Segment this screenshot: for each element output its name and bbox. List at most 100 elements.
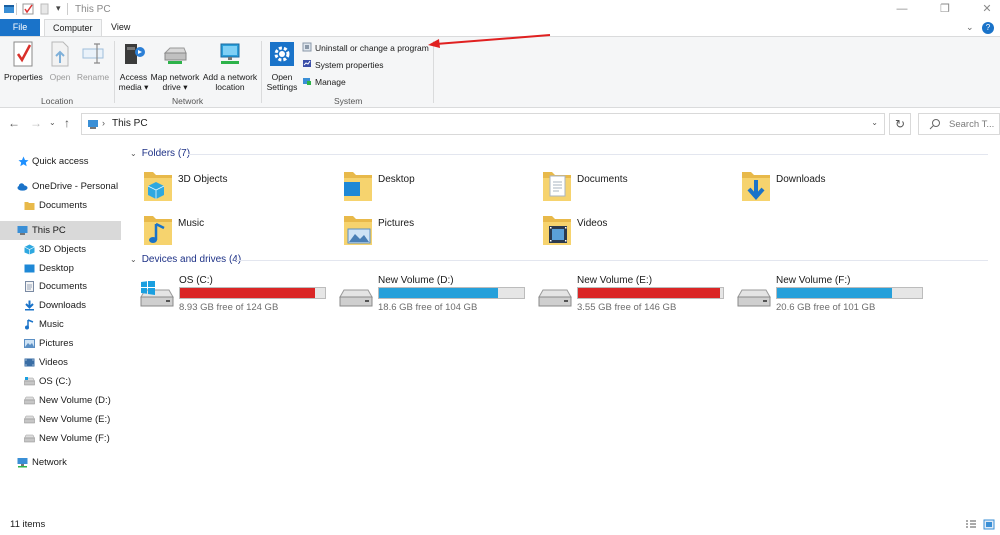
details-view-icon[interactable] xyxy=(965,519,977,530)
drive-icon xyxy=(24,434,35,443)
system-properties-icon xyxy=(303,60,311,67)
folder-downloads[interactable]: Downloads xyxy=(740,168,930,208)
sidebar-label: Desktop xyxy=(39,263,74,274)
sidebar-item-network[interactable]: Network xyxy=(0,453,121,472)
open-button[interactable]: Open xyxy=(45,39,75,82)
manage-label: Manage xyxy=(315,77,346,87)
drive-icon xyxy=(339,289,373,307)
properties-button[interactable]: Properties xyxy=(4,39,43,82)
sidebar-item-music[interactable]: Music xyxy=(0,315,121,334)
sidebar-item-this-pc[interactable]: This PC xyxy=(0,221,121,240)
folder-videos[interactable]: Videos xyxy=(541,212,731,252)
documents-icon xyxy=(25,281,34,292)
group-divider xyxy=(433,41,434,103)
sidebar-item-documents[interactable]: Documents xyxy=(0,277,121,296)
tab-computer[interactable]: Computer xyxy=(44,19,102,36)
add-network-label-line1: Add a network xyxy=(202,72,258,82)
sidebar-label: 3D Objects xyxy=(39,244,86,255)
sidebar-label: Documents xyxy=(39,200,88,211)
customize-quick-access-icon[interactable]: ▾ xyxy=(56,3,61,15)
sidebar-item-videos[interactable]: Videos xyxy=(0,353,121,372)
rename-icon xyxy=(82,43,104,64)
sidebar-label: Documents xyxy=(39,281,88,292)
folder-label: Videos xyxy=(577,218,608,229)
tab-view[interactable]: View xyxy=(103,19,138,36)
folder-3d-objects[interactable]: 3D Objects xyxy=(142,168,332,208)
search-input[interactable]: Search T... xyxy=(918,113,1000,135)
search-placeholder: Search T... xyxy=(949,119,995,130)
close-icon[interactable]: ✕ xyxy=(980,2,994,16)
up-arrow-icon[interactable]: ↑ xyxy=(64,116,70,130)
chevron-down-icon[interactable]: ⌄ xyxy=(966,22,974,33)
sidebar-item-volume-f[interactable]: New Volume (F:) xyxy=(0,429,121,448)
manage-command[interactable]: Manage xyxy=(302,76,346,89)
restore-icon[interactable]: ❐ xyxy=(938,2,952,16)
refresh-icon[interactable]: ↻ xyxy=(889,113,911,135)
location-group-label: Location xyxy=(41,96,74,106)
forward-arrow-icon[interactable]: → xyxy=(30,116,42,130)
drive-name: New Volume (E:) xyxy=(577,275,653,286)
map-network-drive-button[interactable]: Map network drive ▾ xyxy=(150,39,200,92)
explorer-icon[interactable] xyxy=(3,3,15,15)
uninstall-program-command[interactable]: Uninstall or change a program xyxy=(302,42,429,55)
folders-section-header[interactable]: ⌄ Folders (7) xyxy=(130,148,190,159)
drive-volume-f[interactable]: New Volume (F:) 20.6 GB free of 101 GB xyxy=(737,275,937,315)
tab-file[interactable]: File xyxy=(0,19,40,36)
sidebar-item-pictures[interactable]: Pictures xyxy=(0,334,121,353)
cloud-icon xyxy=(17,183,28,191)
access-media-button[interactable]: Access media ▾ xyxy=(117,39,150,92)
breadcrumb-this-pc[interactable]: This PC xyxy=(112,118,148,129)
back-arrow-icon[interactable]: ← xyxy=(8,116,20,130)
sidebar-label: This PC xyxy=(32,225,66,236)
sidebar-item-volume-e[interactable]: New Volume (E:) xyxy=(0,410,121,429)
folder-label: Documents xyxy=(577,174,628,185)
folder-music[interactable]: Music xyxy=(142,212,332,252)
drive-os-c[interactable]: OS (C:) 8.93 GB free of 124 GB xyxy=(140,275,340,315)
star-icon xyxy=(18,156,29,167)
windows-drive-icon xyxy=(140,281,174,307)
sidebar-item-volume-d[interactable]: New Volume (D:) xyxy=(0,391,121,410)
folder-icon xyxy=(24,202,35,210)
drive-usage-bar xyxy=(776,287,923,299)
sidebar-item-quick-access[interactable]: Quick access xyxy=(0,152,121,171)
system-properties-command[interactable]: System properties xyxy=(302,59,384,72)
divider xyxy=(16,3,17,15)
folder-documents[interactable]: Documents xyxy=(541,168,731,208)
drive-icon xyxy=(737,289,771,307)
folders-heading: Folders (7) xyxy=(141,148,191,159)
properties-quick-icon[interactable] xyxy=(22,3,34,15)
minimize-icon[interactable]: — xyxy=(895,2,909,16)
status-bar: 11 items xyxy=(0,518,1000,535)
address-bar[interactable]: › This PC ⌄ xyxy=(81,113,885,135)
sidebar-item-downloads[interactable]: Downloads xyxy=(0,296,121,315)
folder-pictures[interactable]: Pictures xyxy=(342,212,532,252)
large-icons-view-icon[interactable] xyxy=(983,519,995,530)
sidebar-item-onedrive[interactable]: OneDrive - Personal xyxy=(0,177,121,196)
sidebar-label: OneDrive - Personal xyxy=(32,181,119,192)
sidebar-item-os-c[interactable]: OS (C:) xyxy=(0,372,121,391)
recent-locations-chevron-icon[interactable]: ⌄ xyxy=(49,118,56,127)
drive-volume-e[interactable]: New Volume (E:) 3.55 GB free of 146 GB xyxy=(538,275,738,315)
sidebar-item-3d-objects[interactable]: 3D Objects xyxy=(0,240,121,259)
rename-button[interactable]: Rename xyxy=(76,39,110,82)
help-icon[interactable]: ? xyxy=(982,22,994,34)
new-folder-quick-icon[interactable] xyxy=(40,3,50,15)
sidebar-label: Pictures xyxy=(39,338,74,349)
item-count: 11 items xyxy=(10,519,46,530)
sidebar-label: Network xyxy=(32,457,67,468)
content-pane: ⌄ Folders (7) 3D Objects Desktop Document… xyxy=(122,140,1000,518)
folder-desktop[interactable]: Desktop xyxy=(342,168,532,208)
drive-volume-d[interactable]: New Volume (D:) 18.6 GB free of 104 GB xyxy=(339,275,539,315)
sidebar-item-desktop[interactable]: Desktop xyxy=(0,259,121,278)
network-group-label: Network xyxy=(172,96,204,106)
pictures-icon xyxy=(24,339,35,348)
address-dropdown-icon[interactable]: ⌄ xyxy=(871,118,878,127)
sidebar-label: New Volume (E:) xyxy=(39,414,111,425)
add-network-location-button[interactable]: Add a network location xyxy=(202,39,258,92)
music-folder-icon xyxy=(144,216,172,245)
sidebar-item-onedrive-documents[interactable]: Documents xyxy=(0,196,121,215)
breadcrumb-chevron-icon[interactable]: › xyxy=(102,118,105,128)
open-settings-button[interactable]: Open Settings xyxy=(264,39,300,92)
download-icon xyxy=(25,300,34,311)
drives-section-header[interactable]: ⌄ Devices and drives (4) xyxy=(130,254,241,265)
